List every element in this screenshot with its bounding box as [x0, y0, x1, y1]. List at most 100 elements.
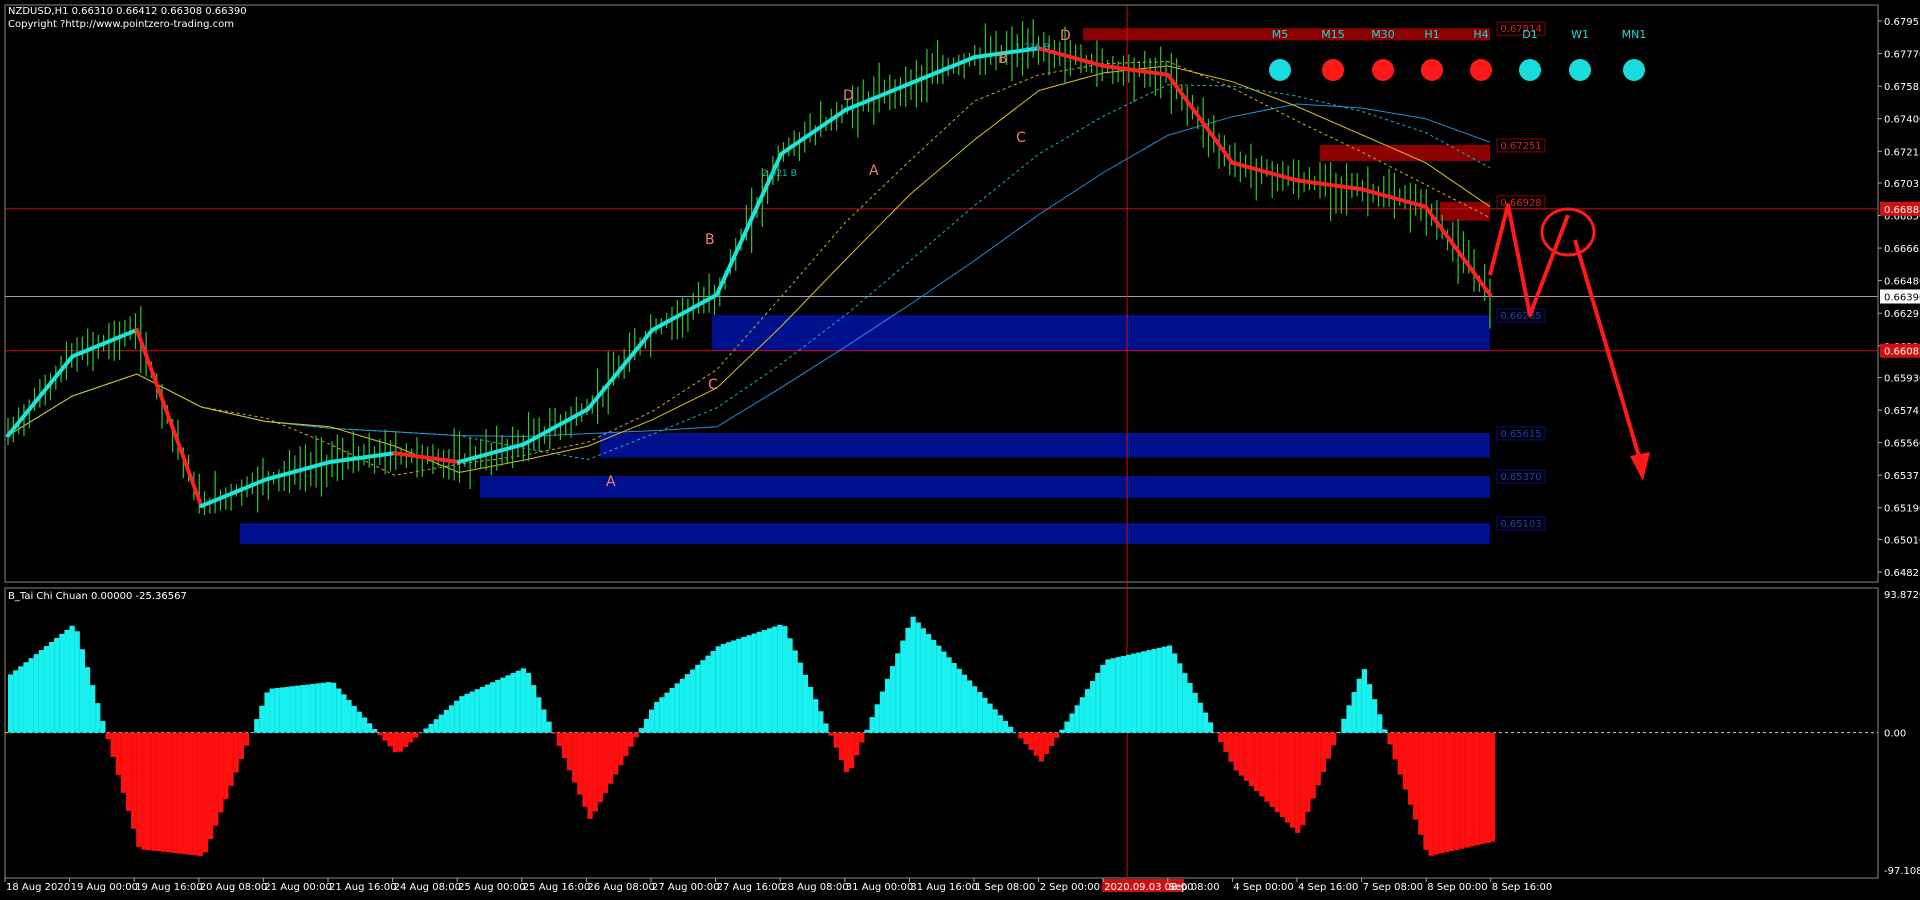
oscillator-bar [1018, 732, 1024, 739]
pattern-point-b: B [705, 232, 715, 248]
oscillator-bar [1269, 732, 1275, 807]
oscillator-bar [520, 668, 527, 733]
oscillator-bar [490, 682, 496, 733]
moving-average-fast [7, 65, 1491, 474]
oscillator-bar [1423, 732, 1429, 850]
oscillator-bar [643, 718, 650, 733]
oscillator-bar [295, 685, 301, 733]
oscillator-bar [238, 732, 244, 760]
oscillator-bar [787, 638, 793, 733]
timeframe-signal-dot [1372, 59, 1394, 81]
resistance-zone [1320, 144, 1490, 161]
oscillator-bar [23, 662, 29, 733]
oscillator-bar [638, 728, 644, 733]
oscillator-bar [684, 674, 691, 733]
oscillator-bar [1233, 732, 1239, 771]
oscillator-bar [213, 732, 219, 826]
oscillator-bar [1305, 732, 1311, 812]
oscillator-bar [274, 687, 280, 733]
oscillator-bar [669, 688, 675, 733]
oscillator-bar [905, 627, 911, 733]
oscillator-bar [751, 633, 757, 733]
oscillator-bar [1243, 732, 1250, 781]
oscillator-bar [1346, 705, 1352, 733]
oscillator-bar [766, 628, 773, 733]
oscillator-bar [838, 732, 844, 760]
support-zone-label: 0.66285 [1500, 311, 1541, 322]
support-zone [600, 432, 1490, 458]
oscillator-bar [1290, 732, 1296, 828]
oscillator-bar [59, 633, 65, 733]
timeframe-signal-dot [1569, 59, 1591, 81]
oscillator-bar [377, 732, 383, 735]
oscillator-bar [1141, 651, 1147, 733]
oscillator-bar [1115, 657, 1121, 733]
oscillator-bar [1448, 732, 1455, 852]
timeframe-label: M30 [1371, 28, 1395, 41]
oscillator-bar [423, 728, 429, 733]
price-axis-label: 0.65930 [1884, 373, 1920, 384]
oscillator-bar [433, 719, 439, 733]
oscillator-bar [536, 697, 542, 733]
oscillator-bar [207, 732, 214, 839]
oscillator-bar [1090, 681, 1096, 733]
oscillator-bar [49, 641, 55, 733]
time-axis-label: 25 Aug 00:00 [458, 882, 525, 893]
time-axis-label: 25 Aug 16:00 [523, 882, 590, 893]
time-axis-label: 24 Aug 08:00 [394, 882, 461, 893]
oscillator-bar [479, 686, 485, 733]
oscillator-bar [1320, 732, 1326, 772]
time-axis-label: 4 Sep 00:00 [1233, 882, 1293, 893]
price-axis-label: 0.65190 [1884, 504, 1920, 515]
oscillator-bar [725, 642, 732, 733]
oscillator-bar [710, 650, 716, 733]
oscillator-bar [279, 687, 285, 733]
pattern-point-c: C [1016, 130, 1026, 146]
oscillator-bar [884, 678, 891, 733]
oscillator-bar [18, 666, 24, 733]
time-axis-label: 8 Sep 16:00 [1492, 882, 1552, 893]
oscillator-bar [115, 732, 121, 775]
oscillator-bar [664, 692, 670, 733]
oscillator-bar [679, 678, 685, 733]
oscillator-bar [407, 732, 414, 743]
oscillator-bar [925, 634, 932, 733]
oscillator-bar [1387, 732, 1393, 745]
pattern-point-b: B [998, 51, 1008, 67]
oscillator-bar [336, 688, 342, 733]
oscillator-bar [366, 723, 373, 733]
oscillator-bar [331, 682, 337, 733]
price-axis-label: 0.67585 [1884, 82, 1920, 93]
time-axis-label: 31 Aug 00:00 [846, 882, 913, 893]
oscillator-bar [397, 732, 403, 752]
price-axis-label: 0.67400 [1884, 115, 1920, 126]
oscillator-bar [654, 701, 660, 733]
resistance-zone-label: 0.67251 [1500, 141, 1541, 152]
oscillator-bar [756, 631, 762, 733]
oscillator-bar [628, 732, 634, 747]
oscillator-bar [1443, 732, 1450, 853]
oscillator-bar [1392, 732, 1398, 760]
oscillator-bar [192, 732, 198, 856]
fibonacci-label: 1.236 B [1015, 43, 1050, 53]
oscillator-bar [633, 732, 639, 738]
oscillator-bar [987, 703, 993, 733]
oscillator-bar [761, 630, 768, 733]
oscillator-bar [1336, 732, 1342, 733]
oscillator-bar [1310, 732, 1316, 799]
oscillator-bar [202, 732, 209, 853]
oscillator-bar [1264, 732, 1270, 802]
oscillator-bar [1095, 672, 1101, 733]
oscillator-bar [69, 625, 75, 733]
oscillator-bar [325, 682, 332, 733]
timeframe-signal-dot [1623, 59, 1645, 81]
oscillator-bar [1438, 732, 1444, 854]
oscillator-bar [1454, 732, 1460, 850]
oscillator-bar [674, 683, 680, 733]
oscillator-bar [1038, 732, 1044, 762]
oscillator-bar [13, 670, 19, 733]
time-axis-label: 28 Aug 08:00 [781, 882, 848, 893]
support-zone [480, 476, 1490, 499]
oscillator-bar [1397, 732, 1403, 775]
oscillator-bar [1459, 732, 1465, 849]
